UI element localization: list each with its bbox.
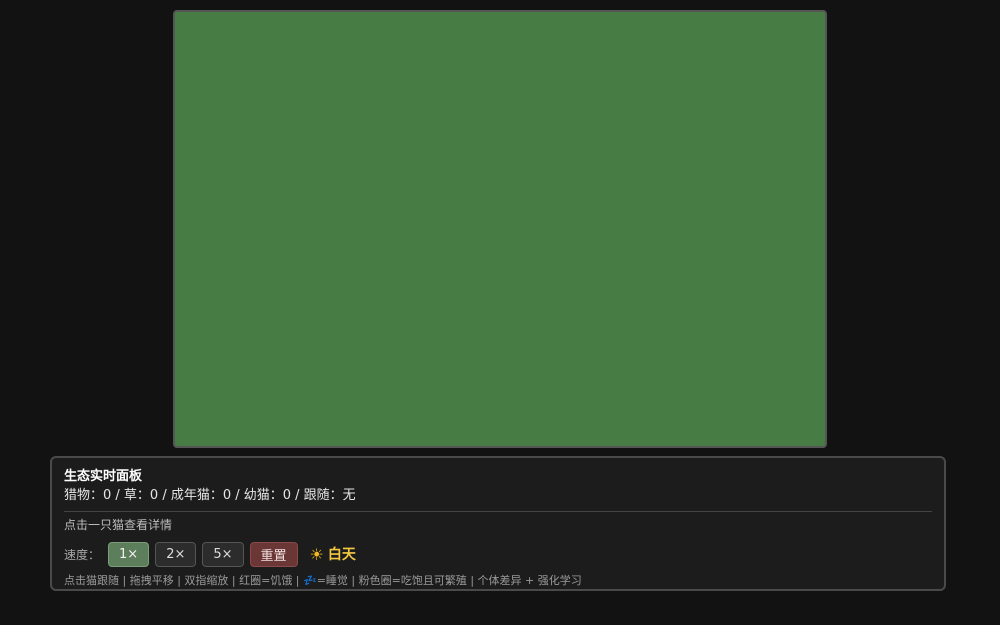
population-stats: 猎物：0 / 草：0 / 成年猫：0 / 幼猫：0 / 跟随：无 xyxy=(64,488,356,503)
reset-button[interactable]: 重置 xyxy=(249,541,298,567)
selection-hint: 点击一只猫查看详情 xyxy=(64,518,173,532)
speed-5x-button[interactable]: 5× xyxy=(202,541,244,567)
speed-1x-button[interactable]: 1× xyxy=(108,541,150,567)
help-text: 点击猫跟随 | 拖拽平移 | 双指缩放 | 红圈=饥饿 | 💤=睡觉 | 粉色圈… xyxy=(64,573,932,588)
sun-icon: ☀ xyxy=(309,544,324,564)
speed-label: 速度： xyxy=(64,547,101,562)
daytime-label: 白天 xyxy=(327,547,356,563)
controls-row: 速度： 1× 2× 5× 重置 ☀ 白天 xyxy=(64,541,932,567)
divider xyxy=(64,511,932,512)
help-text-part2: =睡觉 | 粉色圈=吃饱且可繁殖 | 个体差异 + 强化学习 xyxy=(316,574,582,587)
daytime-indicator: ☀ 白天 xyxy=(310,544,356,564)
help-text-part1: 点击猫跟随 | 拖拽平移 | 双指缩放 | 红圈=饥饿 | xyxy=(64,574,304,587)
ecology-panel: 生态实时面板 猎物：0 / 草：0 / 成年猫：0 / 幼猫：0 / 跟随：无 … xyxy=(50,456,946,591)
simulation-field[interactable] xyxy=(173,10,827,448)
panel-title: 生态实时面板 xyxy=(64,469,143,484)
speed-2x-button[interactable]: 2× xyxy=(155,541,197,567)
sleep-icon: 💤 xyxy=(303,574,317,587)
